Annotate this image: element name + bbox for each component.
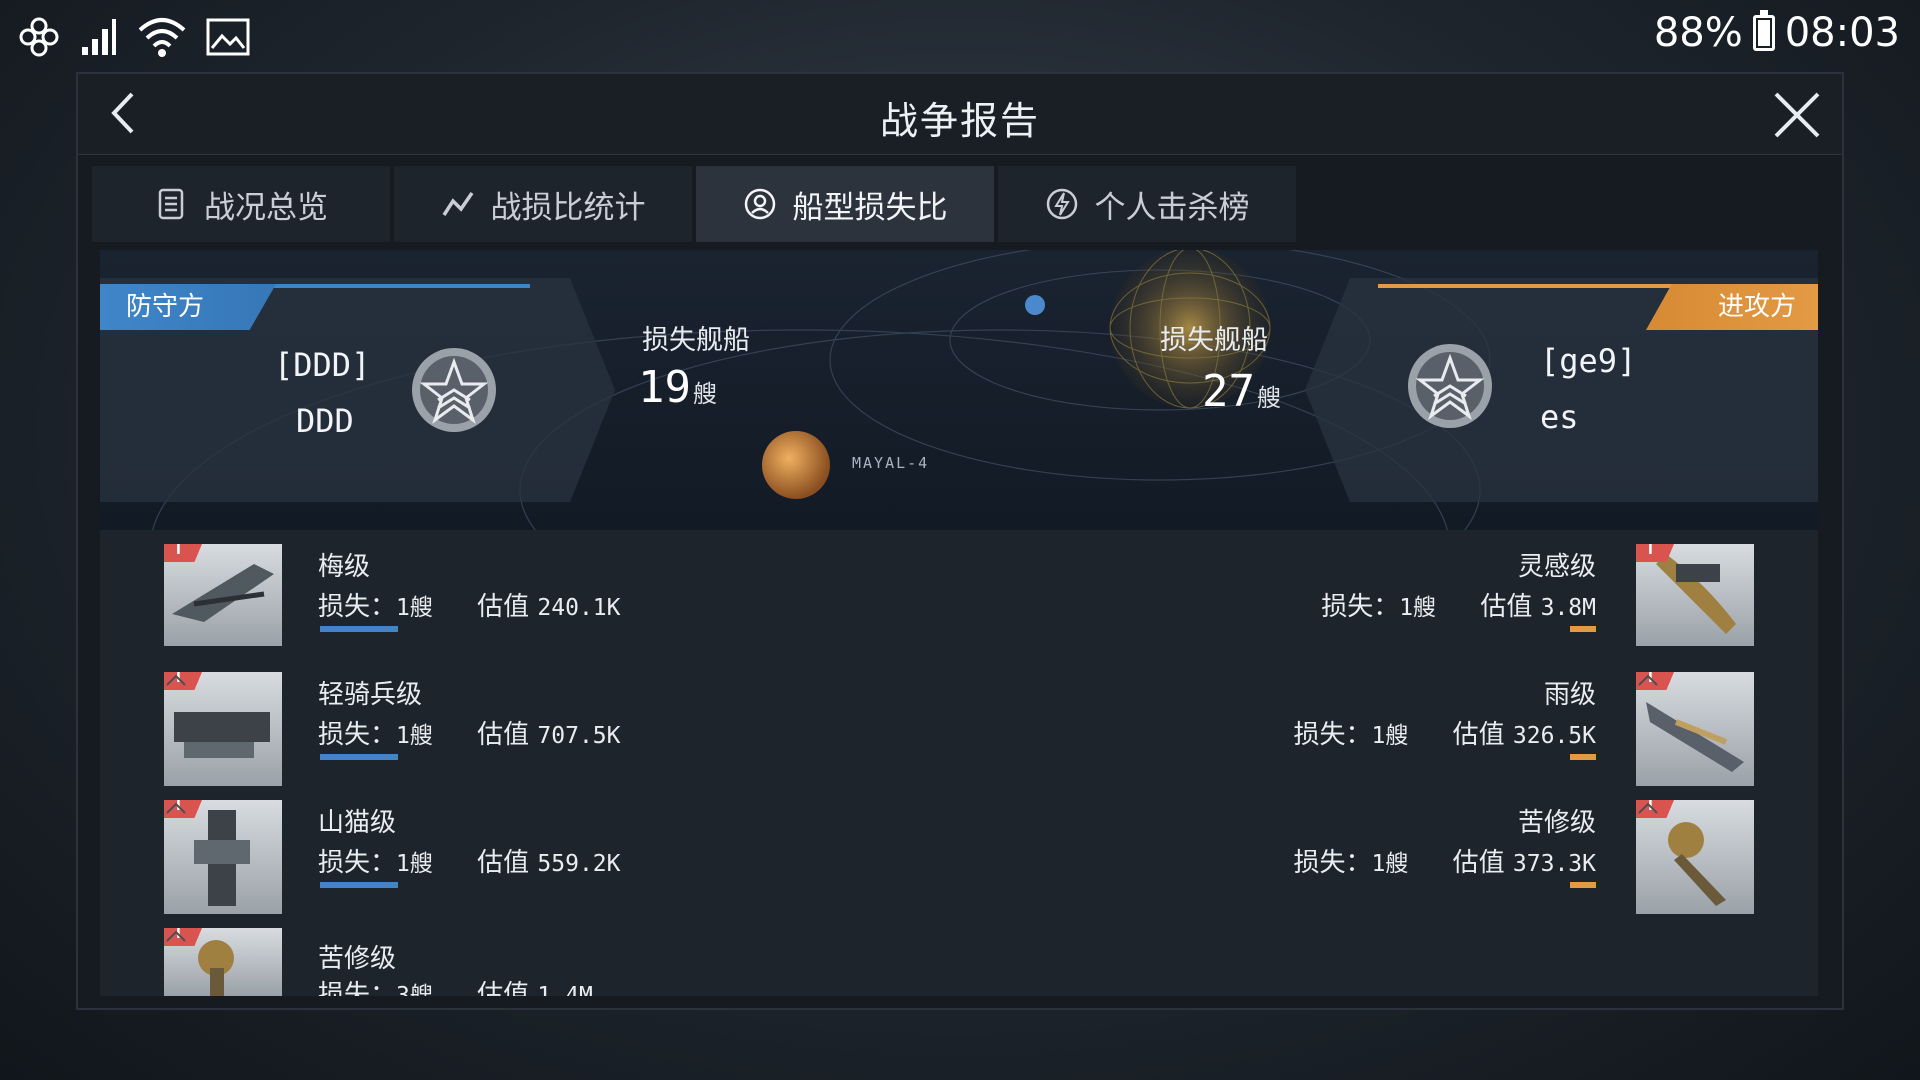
loss-bar [1570, 754, 1596, 760]
ship-stats: 损失：1艘 估值 326.5K [1293, 720, 1596, 750]
defender-tag: [DDD] [274, 346, 371, 384]
status-icons [16, 14, 250, 60]
status-bar: 88% 08:03 [0, 0, 1920, 72]
ship-thumbnail: I [1636, 544, 1754, 646]
attacker-tag: [ge9] [1540, 342, 1637, 380]
defender-lost-count: 19艘 [638, 362, 717, 413]
defender-ship-row[interactable]: I 苦修级 损失：3艘 估值 1.4M [100, 928, 1818, 996]
ship-name: 苦修级 [1517, 808, 1596, 838]
defender-name: DDD [296, 402, 354, 440]
planet-label: MAYAL-4 [852, 454, 930, 472]
loss-bar [1570, 626, 1596, 632]
ship-thumbnail: I [1636, 672, 1754, 786]
page-title: 战争报告 [879, 99, 1040, 143]
ship-name: 苦修级 [318, 944, 397, 974]
ship-thumbnail: I [164, 928, 282, 996]
attacker-ship-row[interactable]: 雨级 损失：1艘 估值 326.5K I [100, 672, 1818, 796]
attacker-ship-row[interactable]: 灵感级 损失：1艘 估值 3.8M I [100, 544, 1818, 668]
tab-loss-ratio-stats[interactable]: 战损比统计 [394, 166, 692, 242]
status-right: 88% 08:03 [1654, 10, 1900, 56]
target-icon [744, 188, 775, 220]
chevron-up-icon[interactable] [164, 928, 188, 944]
lightning-icon [1046, 188, 1077, 220]
attacker-label: 进攻方 [1646, 284, 1818, 330]
signal-icon [82, 19, 116, 55]
flower-notification-icon [19, 17, 59, 57]
ship-loss-content: 防守方 进攻方 [DDD] DDD 损失舰船 19艘 MAYAL-4 损失舰船 … [100, 250, 1818, 996]
battery-icon [1752, 10, 1775, 51]
ship-name: 雨级 [1543, 680, 1596, 710]
ship-stats: 损失：1艘 估值 3.8M [1321, 592, 1596, 622]
battery-level-fill [1757, 19, 1770, 46]
attacker-name: es [1540, 398, 1579, 436]
ship-name: 灵感级 [1517, 552, 1596, 582]
ship-thumbnail: I [1636, 800, 1754, 914]
defender-lost-label: 损失舰船 [642, 325, 750, 356]
war-report-panel: 战争报告 战况总览 战损比统计 船型损失比 个人击杀榜 防守方 进攻方 [DDD… [76, 72, 1844, 1010]
ship-stats: 损失：3艘 估值 1.4M [318, 980, 593, 996]
battle-banner: 防守方 进攻方 [DDD] DDD 损失舰船 19艘 MAYAL-4 损失舰船 … [100, 250, 1818, 530]
tab-label: 个人击杀榜 [1094, 189, 1250, 226]
space-map-background [100, 250, 1818, 530]
line-chart-icon [442, 192, 473, 216]
attacker-lost-label: 损失舰船 [1160, 325, 1268, 356]
list-icon [158, 188, 184, 220]
tab-label: 船型损失比 [792, 189, 948, 226]
tab-label: 战况总览 [204, 189, 328, 226]
chevron-up-icon[interactable] [1636, 672, 1660, 688]
tab-label: 战损比统计 [490, 189, 646, 226]
attacker-lost-count: 27艘 [1202, 366, 1281, 417]
chevron-up-icon[interactable] [1636, 800, 1660, 816]
ship-stats: 损失：1艘 估值 373.3K [1293, 848, 1596, 878]
image-icon [206, 18, 250, 56]
defender-emblem-icon[interactable] [410, 346, 498, 434]
clock: 08:03 [1784, 10, 1900, 56]
close-icon[interactable] [1770, 88, 1824, 142]
title-bar: 战争报告 [78, 74, 1842, 155]
tab-bar: 战况总览 战损比统计 船型损失比 个人击杀榜 [92, 166, 1300, 242]
defender-accent-line [240, 284, 530, 288]
tab-ship-type-loss[interactable]: 船型损失比 [696, 166, 994, 242]
attacker-emblem-icon[interactable] [1406, 342, 1494, 430]
wifi-icon [138, 18, 186, 57]
tab-battle-overview[interactable]: 战况总览 [92, 166, 390, 242]
battery-percent: 88% [1653, 10, 1743, 56]
attacker-ship-row[interactable]: 苦修级 损失：1艘 估值 373.3K I [100, 800, 1818, 924]
defender-label: 防守方 [100, 284, 276, 330]
attacker-accent-line [1378, 284, 1678, 288]
loss-bar [1570, 882, 1596, 888]
tab-personal-kills[interactable]: 个人击杀榜 [998, 166, 1296, 242]
